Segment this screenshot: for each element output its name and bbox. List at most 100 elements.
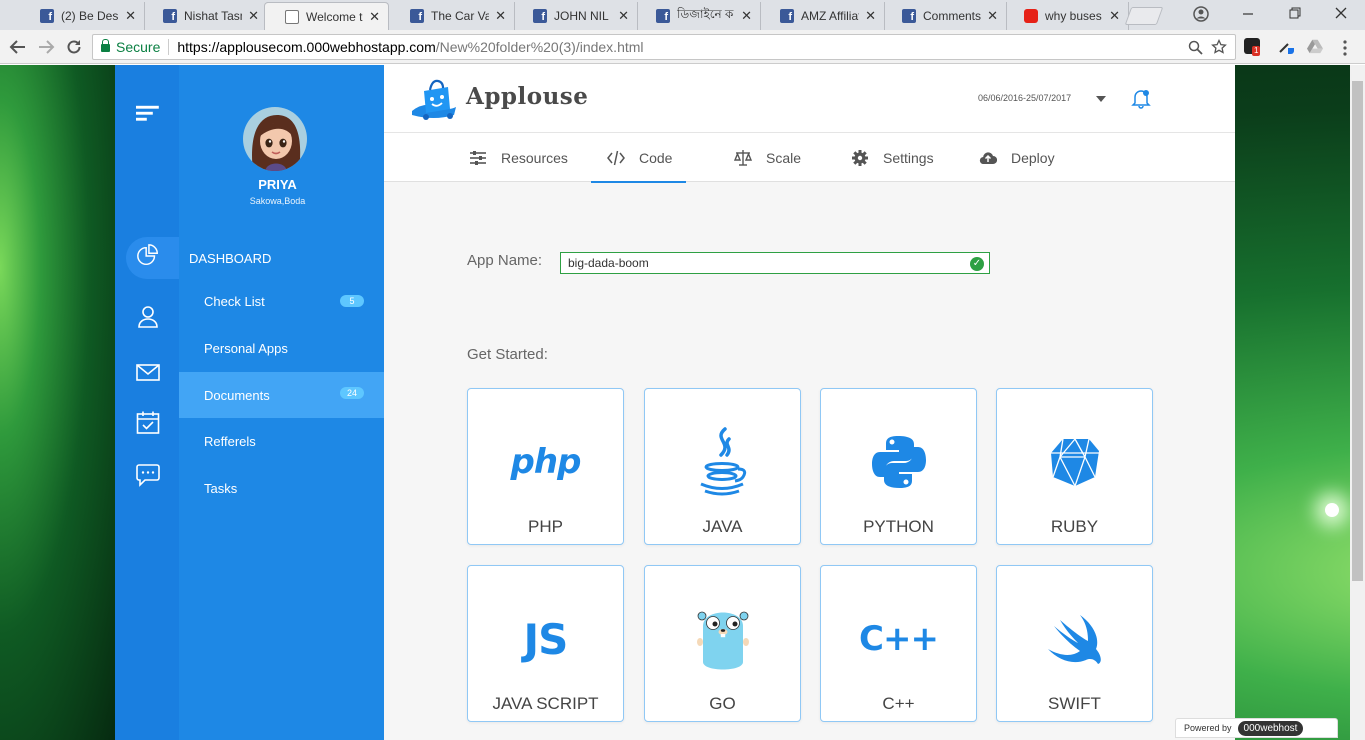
url-host: https://applousecom.000webhostapp.com [177, 39, 436, 55]
page-background: PRIYA Sakowa,Boda DASHBOARD Check List 5… [0, 65, 1350, 740]
browser-tab[interactable]: f(2) Be Desig✕ [20, 2, 145, 30]
applouse-logo-icon[interactable] [410, 77, 460, 121]
tab-label: Settings [883, 149, 934, 166]
browser-tab[interactable]: f JOHN NIL - ✕ [513, 2, 638, 30]
drive-extension-icon[interactable] [1307, 38, 1323, 54]
tab-scale[interactable]: Scale [734, 133, 801, 182]
language-label: PYTHON [863, 517, 934, 536]
avatar[interactable] [243, 107, 307, 171]
language-label: JAVA [702, 517, 743, 536]
swift-icon [1047, 615, 1101, 664]
close-window-icon[interactable] [1335, 7, 1347, 19]
cloud-upload-icon [979, 151, 997, 164]
language-card-javascript[interactable]: JS JAVA SCRIPT [467, 565, 624, 722]
minimize-icon[interactable] [1242, 8, 1254, 20]
browser-tab[interactable]: f ডিজাইনে ক ✕ [636, 2, 761, 30]
reload-icon[interactable] [65, 38, 83, 56]
powered-by-badge[interactable]: Powered by 000webhost [1175, 718, 1338, 738]
pie-chart-icon[interactable] [136, 244, 160, 268]
browser-tab[interactable]: fNishat Tasni✕ [143, 2, 268, 30]
tab-label: Code [639, 149, 673, 166]
tab-settings[interactable]: Settings [851, 133, 934, 182]
bookmark-star-icon[interactable] [1211, 39, 1227, 55]
ruby-icon [1050, 438, 1099, 487]
close-tab-icon[interactable]: ✕ [1109, 8, 1120, 24]
close-tab-icon[interactable]: ✕ [987, 8, 998, 24]
powered-by-label: Powered by [1184, 723, 1232, 733]
sidebar-item-documents[interactable]: Documents 24 [179, 372, 384, 418]
close-tab-icon[interactable]: ✕ [495, 8, 506, 24]
zoom-icon[interactable] [1188, 40, 1203, 55]
language-label: SWIFT [1048, 694, 1101, 713]
scrollbar-thumb[interactable] [1352, 81, 1363, 581]
count-badge: 24 [340, 387, 364, 399]
icon-rail [115, 65, 186, 740]
sidebar-item-label: Refferels [204, 433, 256, 449]
facebook-icon: f [656, 9, 670, 23]
secure-label: Secure [116, 39, 161, 55]
language-card-python[interactable]: PYTHON [820, 388, 977, 545]
browser-tab[interactable]: f AMZ Affiliat ✕ [760, 2, 885, 30]
tab-code[interactable]: Code [590, 133, 688, 183]
profile-icon[interactable] [1193, 6, 1209, 22]
language-card-swift[interactable]: SWIFT [996, 565, 1153, 722]
forward-arrow-icon[interactable] [37, 38, 55, 56]
close-tab-icon[interactable]: ✕ [125, 8, 136, 24]
sidebar-item-tasks[interactable]: Tasks [179, 465, 384, 511]
app-name-label: App Name: [467, 252, 543, 269]
sidebar-item-check-list[interactable]: Check List 5 [179, 278, 384, 324]
close-tab-icon[interactable]: ✕ [369, 9, 380, 25]
extension-icon[interactable]: 1 [1244, 38, 1261, 56]
restore-icon[interactable] [1289, 7, 1301, 19]
tab-deploy[interactable]: Deploy [979, 133, 1055, 182]
main-content: Applouse 06/06/2016-25/07/2017 Resources… [384, 65, 1235, 740]
dashboard-heading[interactable]: DASHBOARD [189, 251, 271, 266]
close-tab-icon[interactable]: ✕ [741, 8, 752, 24]
browser-tab-active[interactable]: Welcome to ✕ [264, 2, 389, 30]
language-card-go[interactable]: GO [644, 565, 801, 722]
count-badge: 5 [340, 295, 364, 307]
hamburger-menu-icon[interactable] [136, 101, 160, 125]
address-bar[interactable]: Secure https://applousecom.000webhostapp… [92, 34, 1236, 60]
mail-icon[interactable] [136, 361, 160, 385]
close-tab-icon[interactable]: ✕ [865, 8, 876, 24]
sidebar-item-label: Tasks [204, 480, 238, 496]
close-tab-icon[interactable]: ✕ [618, 8, 629, 24]
lock-icon [101, 39, 110, 52]
new-tab-button[interactable] [1124, 7, 1164, 25]
user-icon[interactable] [136, 305, 160, 329]
menu-kebab-icon[interactable] [1343, 40, 1347, 56]
avatar-image [243, 107, 307, 171]
chevron-down-icon[interactable] [1096, 96, 1106, 102]
browser-tab[interactable]: f Comments ✕ [882, 2, 1007, 30]
language-label: GO [709, 694, 736, 713]
tab-label: Deploy [1011, 149, 1055, 166]
facebook-icon: f [410, 9, 424, 23]
back-arrow-icon[interactable] [9, 38, 27, 56]
date-range-picker[interactable]: 06/06/2016-25/07/2017 [978, 93, 1071, 103]
language-card-php[interactable]: php PHP [467, 388, 624, 545]
language-card-cpp[interactable]: C++ C++ [820, 565, 977, 722]
language-label: RUBY [1050, 517, 1099, 536]
language-label: C++ [882, 694, 915, 713]
sidebar-item-refferels[interactable]: Refferels [179, 418, 384, 464]
background-glow [1325, 503, 1339, 517]
document-icon [285, 9, 299, 24]
language-card-ruby[interactable]: RUBY [996, 388, 1153, 545]
eyedropper-extension-icon[interactable] [1278, 38, 1294, 54]
calendar-check-icon[interactable] [136, 411, 160, 435]
browser-tab[interactable]: why buses d✕ [1004, 2, 1129, 30]
chat-icon[interactable] [136, 463, 160, 487]
page-scrollbar[interactable] [1350, 65, 1365, 740]
brand-name[interactable]: Applouse [466, 83, 588, 110]
language-card-java[interactable]: JAVA [644, 388, 801, 545]
notification-bell-icon[interactable] [1131, 88, 1151, 109]
browser-tab[interactable]: fThe Car Vau✕ [390, 2, 515, 30]
sidebar-item-personal-apps[interactable]: Personal Apps [179, 325, 384, 371]
cpp-icon: C++ [859, 619, 939, 659]
tab-resources[interactable]: Resources [469, 133, 568, 182]
javascript-icon: JS [523, 614, 569, 664]
app-name-input[interactable] [560, 252, 990, 274]
close-tab-icon[interactable]: ✕ [248, 8, 259, 24]
sidebar-item-label: Check List [204, 293, 265, 309]
